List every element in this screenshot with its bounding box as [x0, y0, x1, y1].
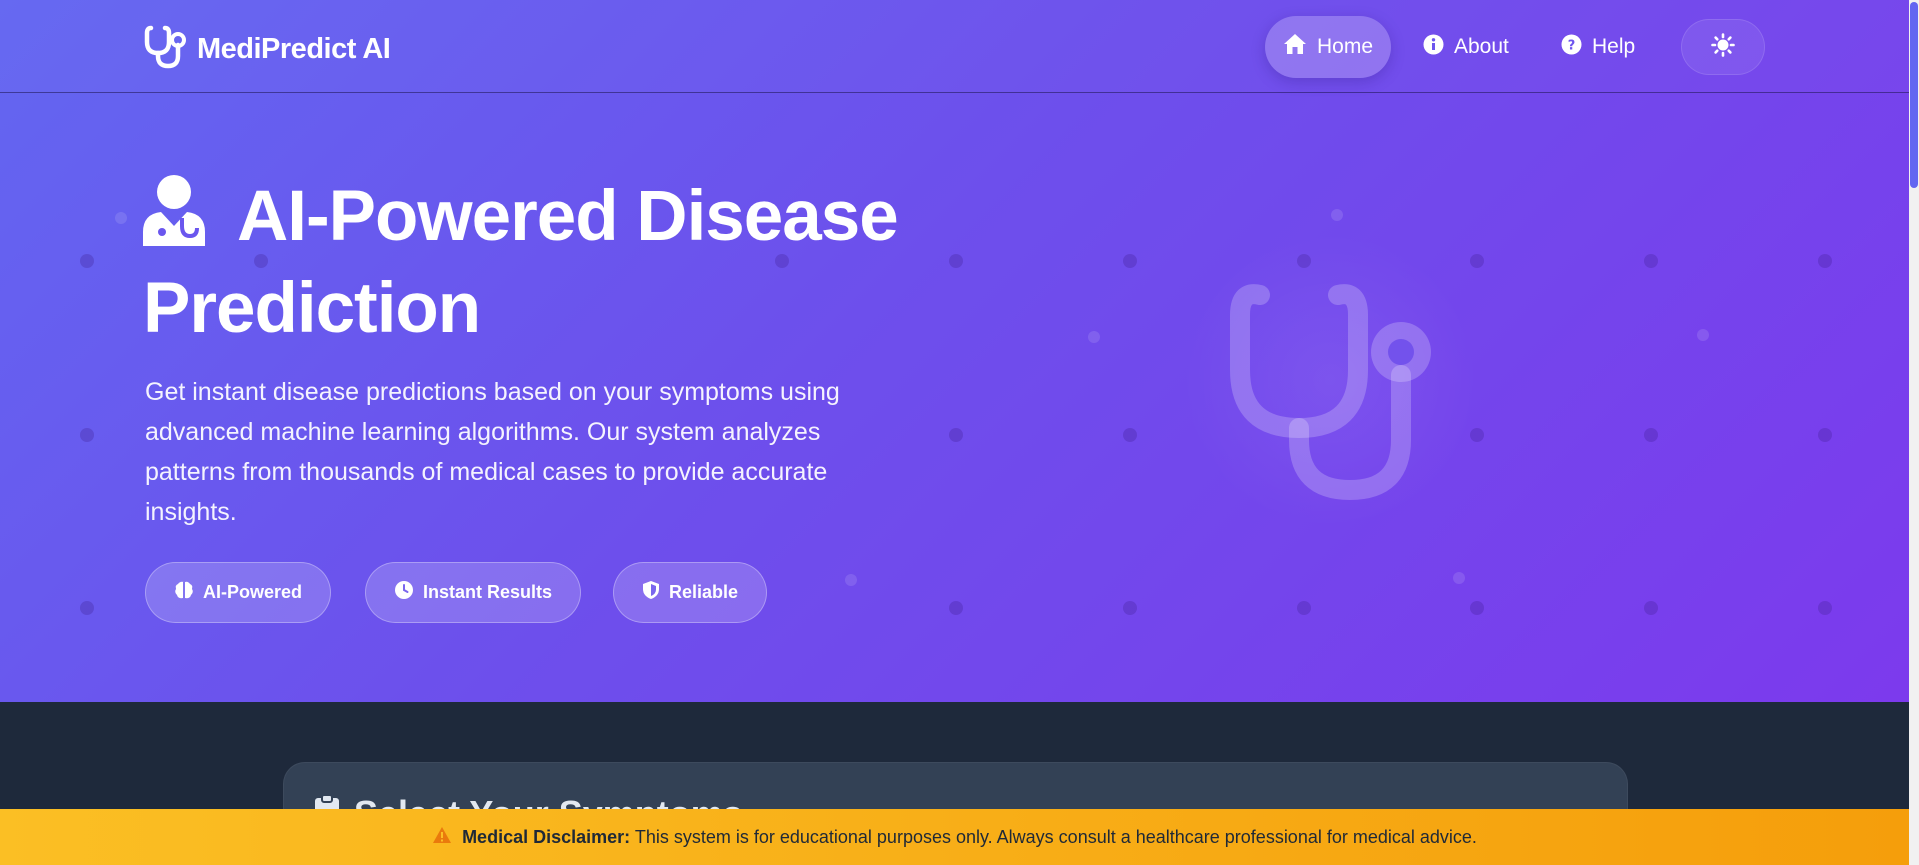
nav-home[interactable]: Home: [1265, 16, 1392, 78]
top-navbar: MediPredict AI Home About ? Help: [0, 0, 1909, 93]
brand-name: MediPredict AI: [197, 33, 391, 65]
nav-label: Home: [1317, 35, 1374, 58]
brand-logo[interactable]: MediPredict AI: [143, 24, 391, 75]
brain-icon: [174, 580, 194, 605]
sun-icon: [1711, 32, 1735, 62]
badge-instant-results: Instant Results: [365, 562, 582, 623]
question-icon: ?: [1561, 34, 1582, 61]
warning-icon: [432, 826, 452, 849]
nav-label: About: [1454, 35, 1509, 58]
nav-help[interactable]: ? Help: [1543, 16, 1653, 78]
info-icon: [1423, 34, 1444, 61]
clock-icon: [394, 580, 414, 605]
hero-description: Get instant disease predictions based on…: [145, 378, 840, 526]
badge-label: Reliable: [669, 582, 739, 602]
badge-reliable: Reliable: [613, 562, 768, 623]
svg-text:?: ?: [1568, 38, 1576, 53]
badge-label: AI-Powered: [203, 582, 303, 602]
stethoscope-icon: [1215, 270, 1485, 515]
doctor-icon: [143, 174, 205, 266]
hero-title: AI-Powered Disease Prediction: [143, 174, 983, 352]
hero-title-text: AI-Powered Disease Prediction: [143, 177, 899, 348]
badge-label: Instant Results: [423, 582, 553, 602]
nav-label: Help: [1592, 35, 1636, 58]
badge-ai-powered: AI-Powered: [145, 562, 332, 623]
theme-toggle-button[interactable]: [1681, 19, 1765, 75]
shield-icon: [642, 580, 660, 605]
home-icon: [1283, 33, 1307, 61]
stethoscope-icon: [143, 24, 189, 75]
hero-section: AI-Powered Disease Prediction Get instan…: [0, 0, 1909, 702]
disclaimer-label: Medical Disclaimer:: [462, 826, 631, 847]
scrollbar-thumb[interactable]: [1910, 2, 1918, 188]
disclaimer-text: This system is for educational purposes …: [634, 826, 1477, 847]
nav-about[interactable]: About: [1405, 16, 1527, 78]
medical-disclaimer-bar: Medical Disclaimer: This system is for e…: [0, 809, 1909, 865]
